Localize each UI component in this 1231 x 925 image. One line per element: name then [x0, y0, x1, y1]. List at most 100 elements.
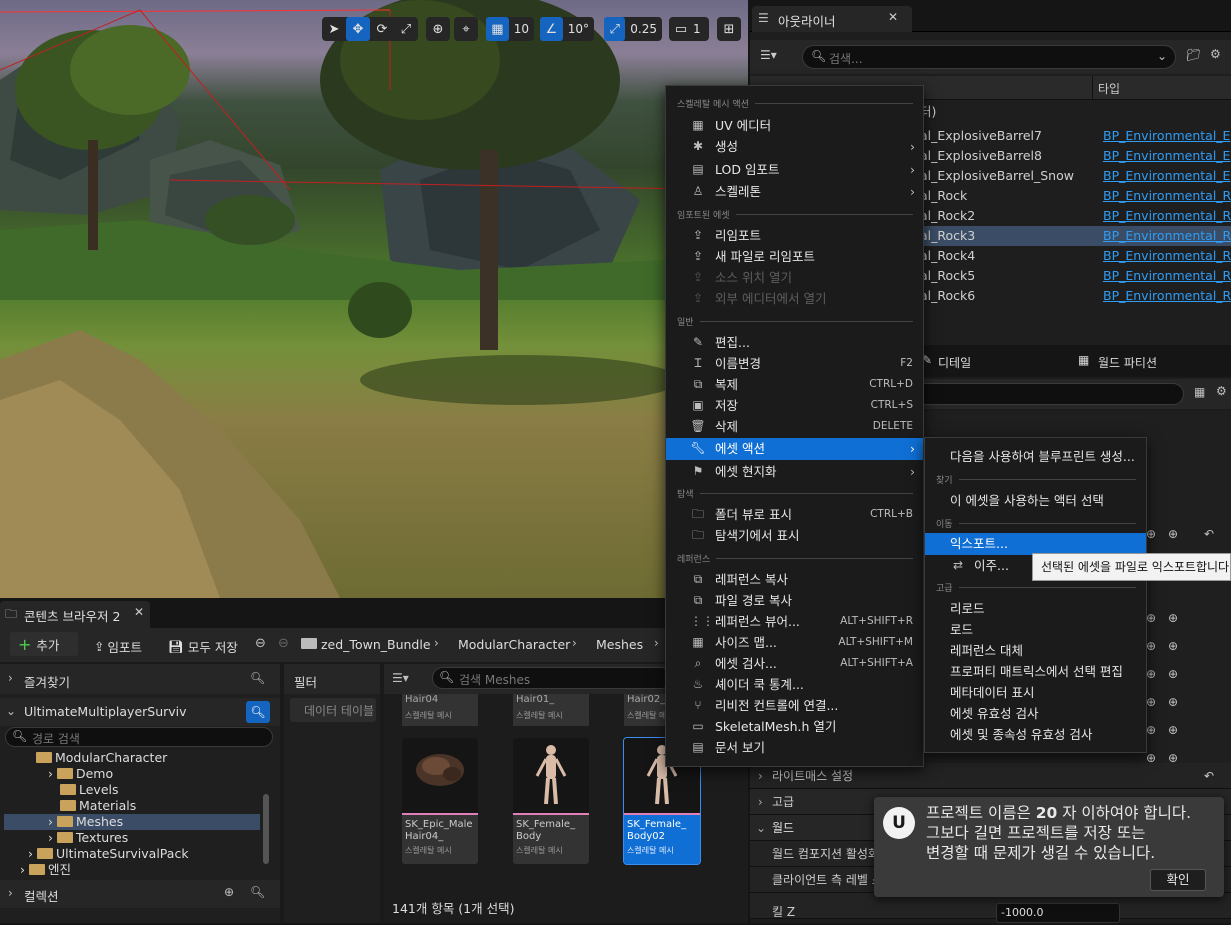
- menu-item-property-matrix[interactable]: 프로퍼티 매트릭스에서 선택 편집: [925, 661, 1146, 682]
- filter-icon[interactable]: ☰▾: [392, 671, 409, 685]
- menu-item-open-header[interactable]: ▭ SkeletalMesh.h 열기: [666, 716, 923, 737]
- tree-item-meshes[interactable]: › Meshes: [48, 814, 123, 830]
- add-icon[interactable]: ⊕: [1168, 695, 1178, 709]
- killz-input[interactable]: -1000.0: [996, 903, 1120, 923]
- add-icon[interactable]: ⊕: [1168, 527, 1178, 541]
- menu-item-create-blueprint[interactable]: 다음을 사용하여 블루프린트 생성...: [925, 446, 1146, 467]
- actor-type-link[interactable]: BP_Environmental_R: [1103, 286, 1231, 306]
- rotate-mode-icon[interactable]: ⟳: [370, 17, 394, 41]
- menu-item-lod-import[interactable]: ▤ LOD 임포트 ›: [666, 159, 923, 180]
- outliner-search-input[interactable]: 🔍︎ 검색... ⌄: [802, 45, 1176, 69]
- settings-icon[interactable]: ⚙: [1210, 47, 1221, 61]
- close-icon[interactable]: ✕: [134, 605, 144, 619]
- add-folder-icon[interactable]: 📁︎: [1186, 48, 1201, 62]
- menu-item-reimport[interactable]: ⇪ 리임포트: [666, 225, 923, 246]
- menu-item-uv-editor[interactable]: ▦ UV 에디터: [666, 115, 923, 136]
- tree-item-textures[interactable]: › Textures: [48, 830, 128, 846]
- breadcrumb-item[interactable]: zed_Town_Bundle: [321, 637, 431, 652]
- coordinate-space-button[interactable]: ⊕: [426, 17, 450, 41]
- menu-item-delete[interactable]: 🗑︎ 삭제 DELETE: [666, 416, 923, 437]
- menu-item-reimport-new[interactable]: ⇪ 새 파일로 리임포트: [666, 246, 923, 267]
- menu-item-export[interactable]: 익스포트...: [925, 533, 1146, 555]
- add-button[interactable]: + 추가: [10, 632, 78, 656]
- search-icon[interactable]: 🔍︎: [246, 701, 270, 723]
- menu-item-rename[interactable]: Ɪ 이름변경 F2: [666, 353, 923, 374]
- menu-item-open-source[interactable]: ⇪ 소스 위치 열기: [666, 267, 923, 288]
- settings-icon[interactable]: ⚙: [1216, 384, 1227, 398]
- asset-tile[interactable]: SK_Epic_Male Hair04_ 스켈레탈 메시: [402, 738, 478, 864]
- menu-item-skeleton[interactable]: ♙ 스켈레톤 ›: [666, 181, 923, 202]
- select-mode-icon[interactable]: ➤: [322, 17, 346, 41]
- actor-type-link[interactable]: BP_Environmental_E: [1103, 126, 1230, 146]
- forward-icon[interactable]: ⊖: [278, 636, 289, 651]
- rotation-snap-button[interactable]: ∠ 10°: [540, 17, 594, 41]
- asset-tile[interactable]: Hair01_ 스켈레탈 메시: [513, 694, 589, 726]
- menu-item-duplicate[interactable]: ⧉ 복제 CTRL+D: [666, 374, 923, 395]
- actor-type-link[interactable]: BP_Environmental_E: [1103, 146, 1230, 166]
- tab-outliner[interactable]: ☰ 아웃라이너 ✕: [752, 6, 912, 32]
- asset-tile[interactable]: SK_Female_ Body 스켈레탈 메시: [513, 738, 589, 864]
- actor-type-link[interactable]: BP_Environmental_R: [1103, 246, 1231, 266]
- actor-type-link[interactable]: BP_Environmental_R: [1103, 206, 1231, 226]
- breadcrumb-item[interactable]: Meshes: [596, 637, 643, 652]
- actor-type-link[interactable]: BP_Environmental_R: [1103, 266, 1231, 286]
- menu-item-view-docs[interactable]: ▤ 문서 보기: [666, 737, 923, 758]
- browse-icon[interactable]: ⊕: [1146, 667, 1156, 681]
- view-options-icon[interactable]: ▦: [1194, 385, 1205, 399]
- menu-item-revision-control[interactable]: ⑂ 리비전 컨트롤에 연결...: [666, 695, 923, 716]
- search-icon[interactable]: 🔍︎: [250, 671, 265, 685]
- menu-item-load[interactable]: 로드: [925, 619, 1146, 640]
- menu-item-select-actors[interactable]: 이 에셋을 사용하는 액터 선택: [925, 490, 1146, 511]
- menu-item-reference-viewer[interactable]: ⋮⋮ 레퍼런스 뷰어... ALT+SHIFT+R: [666, 611, 923, 632]
- tab-details[interactable]: 디테일: [938, 354, 971, 371]
- tree-scrollbar[interactable]: [263, 794, 269, 864]
- actor-type-link[interactable]: BP_Environmental_E: [1103, 166, 1230, 186]
- reset-icon[interactable]: ↶: [1204, 527, 1214, 541]
- menu-item-edit[interactable]: ✎ 편집...: [666, 332, 923, 353]
- menu-item-open-external[interactable]: ⇪ 외부 에디터에서 열기: [666, 288, 923, 309]
- ok-button[interactable]: 확인: [1150, 869, 1206, 891]
- menu-item-save[interactable]: ▣ 저장 CTRL+S: [666, 395, 923, 416]
- filter-icon[interactable]: ☰▾: [760, 48, 777, 62]
- browse-icon[interactable]: ⊕: [1146, 639, 1156, 653]
- reset-icon[interactable]: ↶: [1204, 763, 1214, 789]
- browse-icon[interactable]: ⊕: [1146, 723, 1156, 737]
- tab-content-browser[interactable]: 🗀 콘텐츠 브라우저 2 ✕: [0, 601, 150, 628]
- tree-item-materials[interactable]: Materials: [60, 798, 136, 814]
- search-icon[interactable]: 🔍︎: [250, 885, 265, 899]
- tree-item-engine[interactable]: › 엔진: [20, 862, 71, 878]
- grid-snap-button[interactable]: ▦ 10: [486, 17, 534, 41]
- viewport-layout-button[interactable]: ⊞: [717, 17, 741, 41]
- collections-header[interactable]: › 컬렉션 ⊕ 🔍︎: [0, 880, 280, 908]
- actor-type-link[interactable]: BP_Environmental_R: [1103, 226, 1231, 246]
- browse-icon[interactable]: ⊕: [1146, 527, 1156, 541]
- menu-item-show-metadata[interactable]: 메타데이터 표시: [925, 682, 1146, 703]
- filter-chip[interactable]: 데이터 테이블: [290, 698, 376, 722]
- close-icon[interactable]: ✕: [888, 10, 898, 24]
- menu-item-asset-localize[interactable]: ⚑ 에셋 현지화 ›: [666, 461, 923, 482]
- translate-mode-icon[interactable]: ✥: [346, 17, 370, 41]
- add-icon[interactable]: ⊕: [1168, 667, 1178, 681]
- breadcrumb-item[interactable]: ModularCharacter: [458, 637, 570, 652]
- tree-item-levels[interactable]: Levels: [60, 782, 119, 798]
- asset-tile[interactable]: Hair04 스켈레탈 메시: [402, 694, 478, 726]
- camera-speed-button[interactable]: ▭ 1: [669, 17, 709, 41]
- browse-icon[interactable]: ⊕: [1146, 695, 1156, 709]
- details-search-input[interactable]: [900, 383, 1184, 405]
- menu-item-size-map[interactable]: ▦ 사이즈 맵... ALT+SHIFT+M: [666, 632, 923, 653]
- tree-item-ultimatesurvivalpack[interactable]: › UltimateSurvivalPack: [28, 846, 189, 862]
- tree-item-demo[interactable]: › Demo: [48, 766, 113, 782]
- menu-item-validate-dependencies[interactable]: 에셋 및 종속성 유효성 검사: [925, 724, 1146, 745]
- actor-type-link[interactable]: BP_Environmental_R: [1103, 186, 1231, 206]
- add-icon[interactable]: ⊕: [1168, 723, 1178, 737]
- menu-item-show-in-explorer[interactable]: 🗀 탐색기에서 표시: [666, 525, 923, 546]
- project-header[interactable]: ⌄ UltimateMultiplayerSurviv 🔍︎: [0, 698, 280, 726]
- menu-item-copy-path[interactable]: ⧉ 파일 경로 복사: [666, 590, 923, 611]
- import-button[interactable]: ⇪ 임포트: [94, 637, 142, 656]
- save-all-button[interactable]: 💾︎ 모두 저장: [168, 637, 238, 656]
- level-viewport[interactable]: ➤ ✥ ⟳ ⤢ ⊕ ⌖ ▦ 10 ∠ 10° ⤢ 0.25 ▭ 1 ⊞: [0, 0, 748, 598]
- col-type[interactable]: 타입: [1098, 80, 1120, 97]
- scale-snap-button[interactable]: ⤢ 0.25: [604, 17, 662, 41]
- scale-mode-icon[interactable]: ⤢: [394, 17, 418, 41]
- menu-item-shader-cook[interactable]: ♨ 셰이더 쿡 통계...: [666, 674, 923, 695]
